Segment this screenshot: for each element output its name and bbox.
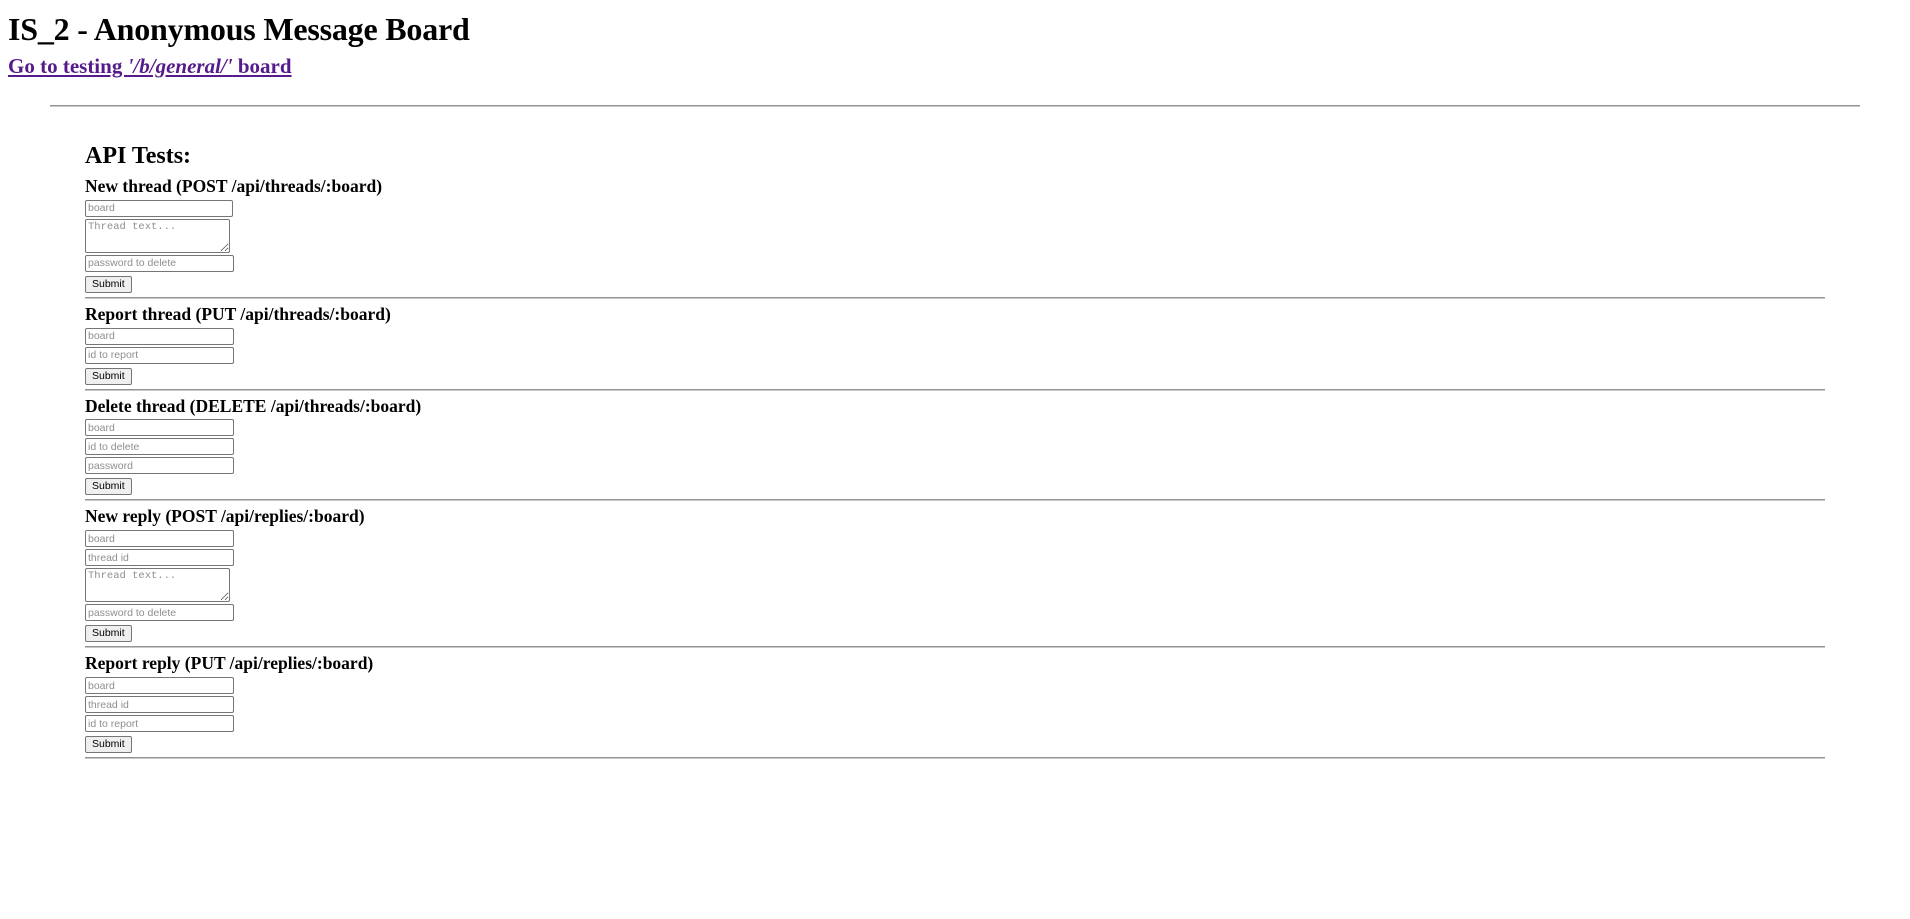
- field-row: [85, 254, 1910, 274]
- password-input[interactable]: [85, 457, 234, 475]
- thread-text-textarea[interactable]: [85, 218, 230, 253]
- board-link-row: Go to testing '/b/general/' board: [8, 54, 1902, 79]
- field-row: [85, 218, 1910, 255]
- id-to-report-input[interactable]: [85, 715, 234, 733]
- field-row: [85, 457, 1910, 476]
- board-input[interactable]: [85, 327, 234, 345]
- go-to-board-link[interactable]: Go to testing '/b/general/' board: [8, 54, 292, 78]
- submit-button[interactable]: Submit: [85, 478, 132, 496]
- board-link-suffix: board: [232, 53, 292, 78]
- submit-button[interactable]: Submit: [85, 625, 132, 643]
- thread-text-textarea[interactable]: [85, 568, 230, 603]
- field-row: [85, 604, 1910, 623]
- page-header: IS_2 - Anonymous Message Board Go to tes…: [0, 0, 1910, 79]
- field-row: [85, 327, 1910, 347]
- api-form: New reply (POST /api/replies/:board) Subm…: [85, 501, 1910, 649]
- field-row: [85, 715, 1910, 734]
- field-row: [85, 530, 1910, 549]
- field-row: [85, 549, 1910, 568]
- field-row: [85, 419, 1910, 438]
- form-heading: Delete thread (DELETE /api/threads/:boar…: [85, 395, 422, 416]
- field-row: [85, 568, 1910, 604]
- field-row: [85, 346, 1910, 366]
- board-link-prefix: Go to testing: [8, 53, 128, 78]
- form-heading: New thread (POST /api/threads/:board): [85, 175, 383, 196]
- form-divider: [85, 757, 1825, 760]
- field-row: [85, 199, 1910, 219]
- api-form: Report reply (PUT /api/replies/:board) Su…: [85, 648, 1910, 760]
- field-row: [85, 696, 1910, 715]
- field-row: [85, 677, 1910, 696]
- api-form: Delete thread (DELETE /api/threads/:boar…: [85, 391, 1910, 502]
- form-heading: New reply (POST /api/replies/:board): [85, 506, 365, 527]
- board-input[interactable]: [85, 199, 233, 217]
- password-to-delete-input[interactable]: [85, 254, 234, 272]
- page-title: IS_2 - Anonymous Message Board: [8, 11, 470, 47]
- thread-id-input[interactable]: [85, 549, 234, 567]
- submit-button[interactable]: Submit: [85, 367, 132, 385]
- api-form: New thread (POST /api/threads/:board) Sub…: [85, 171, 1910, 299]
- board-input[interactable]: [85, 530, 234, 548]
- board-input[interactable]: [85, 677, 234, 695]
- form-heading: Report reply (PUT /api/replies/:board): [85, 653, 374, 674]
- id-to-delete-input[interactable]: [85, 438, 234, 456]
- board-link-board-name: '/b/general/': [127, 53, 233, 78]
- form-heading: Report thread (PUT /api/threads/:board): [85, 303, 391, 324]
- field-row: [85, 438, 1910, 457]
- submit-button[interactable]: Submit: [85, 275, 132, 293]
- board-input[interactable]: [85, 419, 234, 437]
- password-to-delete-input[interactable]: [85, 604, 234, 622]
- api-forms-container: New thread (POST /api/threads/:board) Sub…: [85, 171, 1910, 760]
- thread-id-input[interactable]: [85, 696, 234, 714]
- api-tests-title: API Tests:: [85, 142, 192, 169]
- api-tests-section: API Tests: New thread (POST /api/threads…: [0, 107, 1910, 760]
- api-form: Report thread (PUT /api/threads/:board) S…: [85, 299, 1910, 391]
- id-to-report-input[interactable]: [85, 346, 234, 364]
- submit-button[interactable]: Submit: [85, 736, 132, 754]
